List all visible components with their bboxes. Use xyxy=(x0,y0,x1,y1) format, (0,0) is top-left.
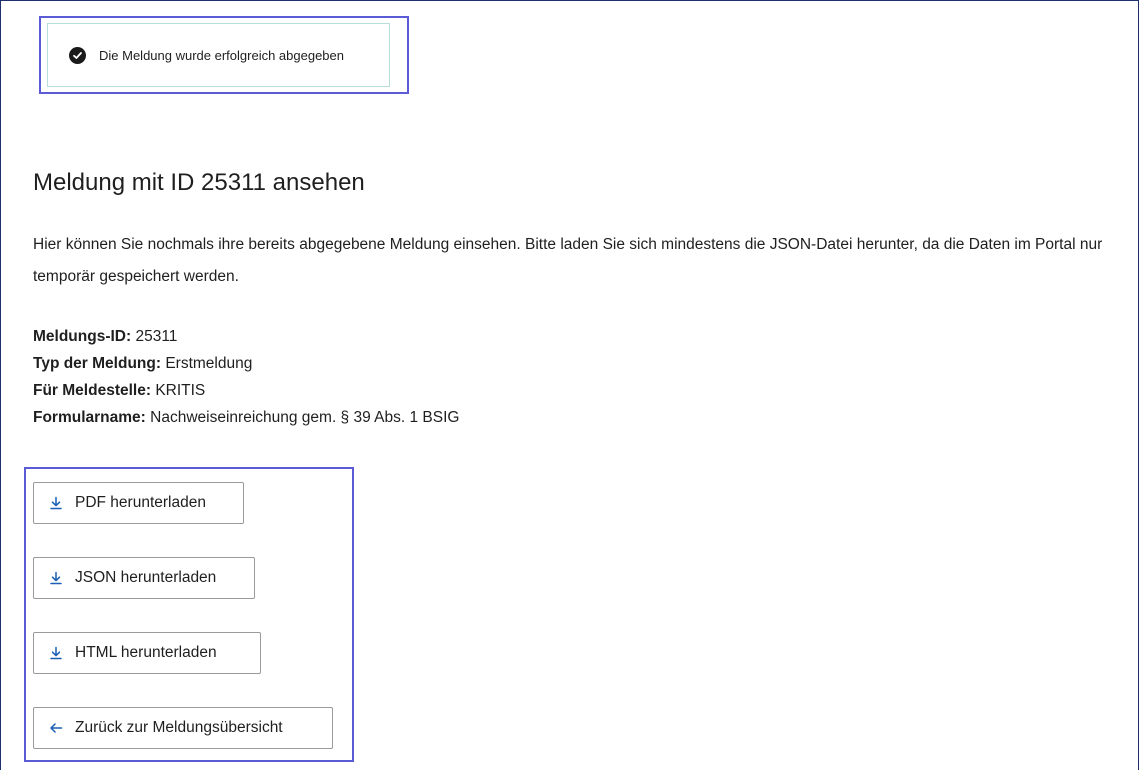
success-toast: Die Meldung wurde erfolgreich abgegeben xyxy=(47,23,390,87)
download-icon xyxy=(48,570,64,586)
download-icon xyxy=(48,495,64,511)
check-circle-icon xyxy=(69,46,86,64)
back-to-overview-button[interactable]: Zurück zur Meldungsübersicht xyxy=(33,707,333,749)
download-json-button[interactable]: JSON herunterladen xyxy=(33,557,255,599)
download-icon xyxy=(48,645,64,661)
detail-value: KRITIS xyxy=(155,382,206,399)
button-label: PDF herunterladen xyxy=(75,494,206,511)
detail-value: Nachweiseinreichung gem. § 39 Abs. 1 BSI… xyxy=(150,409,460,426)
report-details: Meldungs-ID: 25311 Typ der Meldung: Erst… xyxy=(33,323,459,431)
detail-label: Für Meldestelle: xyxy=(33,382,151,399)
detail-form-name: Formularname: Nachweiseinreichung gem. §… xyxy=(33,404,459,431)
detail-label: Typ der Meldung: xyxy=(33,355,162,372)
download-pdf-button[interactable]: PDF herunterladen xyxy=(33,482,244,524)
button-label: HTML herunterladen xyxy=(75,644,217,661)
button-label: Zurück zur Meldungsübersicht xyxy=(75,719,283,736)
detail-report-type: Typ der Meldung: Erstmeldung xyxy=(33,350,459,377)
detail-label: Formularname: xyxy=(33,409,146,426)
download-html-button[interactable]: HTML herunterladen xyxy=(33,632,261,674)
detail-report-id: Meldungs-ID: 25311 xyxy=(33,323,459,350)
page-title: Meldung mit ID 25311 ansehen xyxy=(33,169,365,196)
detail-value: 25311 xyxy=(135,328,178,345)
arrow-left-icon xyxy=(48,720,64,736)
button-label: JSON herunterladen xyxy=(75,569,217,586)
toast-message: Die Meldung wurde erfolgreich abgegeben xyxy=(99,47,344,63)
detail-reporting-office: Für Meldestelle: KRITIS xyxy=(33,377,459,404)
detail-value: Erstmeldung xyxy=(165,355,253,372)
intro-text: Hier können Sie nochmals ihre bereits ab… xyxy=(33,236,1103,285)
detail-label: Meldungs-ID: xyxy=(33,328,132,345)
